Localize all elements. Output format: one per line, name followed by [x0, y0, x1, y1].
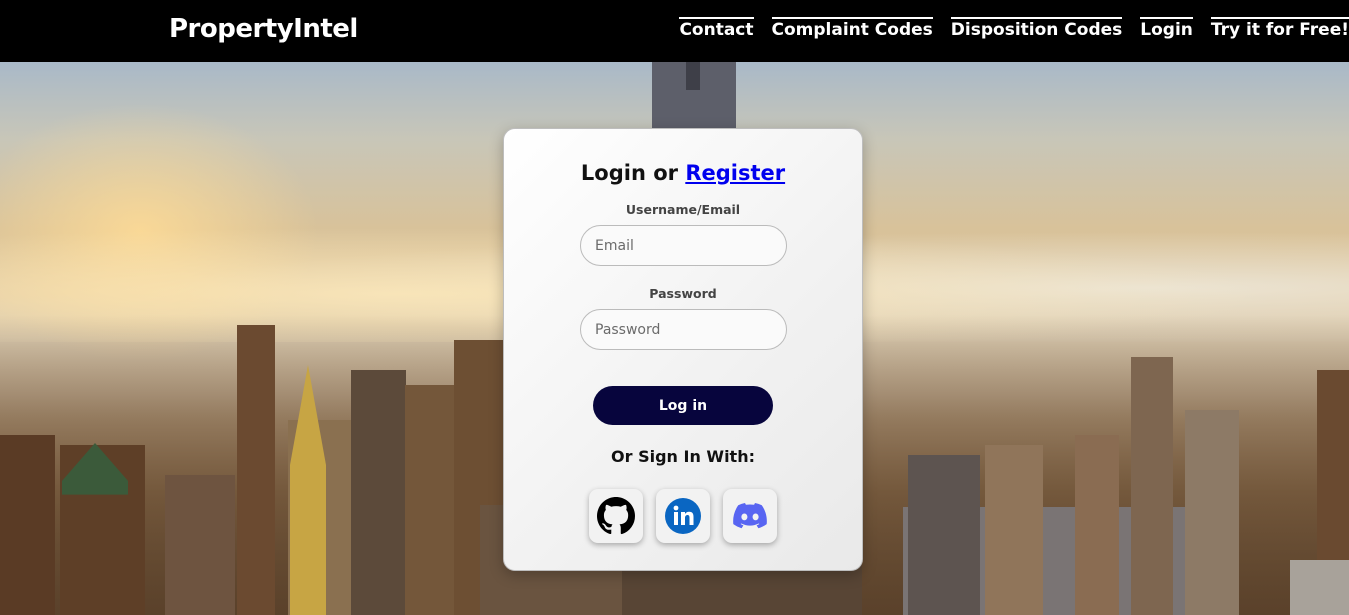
building	[237, 325, 275, 615]
discord-icon	[733, 503, 767, 529]
social-login-group	[589, 489, 777, 543]
register-link[interactable]: Register	[685, 161, 785, 185]
building	[908, 455, 980, 615]
brand-logo[interactable]: PropertyIntel	[169, 14, 358, 44]
login-button[interactable]: Log in	[593, 386, 773, 425]
password-label: Password	[649, 286, 717, 301]
nav-login[interactable]: Login	[1140, 17, 1193, 40]
top-navigation-bar: PropertyIntel Contact Complaint Codes Di…	[0, 0, 1349, 62]
login-title: Login or Register	[504, 161, 862, 185]
building	[0, 435, 55, 615]
password-field[interactable]	[580, 309, 787, 350]
building	[1075, 435, 1119, 615]
building	[985, 445, 1043, 615]
nav-try-free[interactable]: Try it for Free!	[1210, 17, 1349, 40]
login-title-text: Login or	[580, 161, 686, 185]
github-icon	[597, 497, 635, 535]
sign-in-with-label: Or Sign In With:	[611, 447, 755, 466]
building	[351, 370, 406, 615]
nav-contact[interactable]: Contact	[679, 17, 754, 40]
building	[1185, 410, 1239, 615]
discord-login-button[interactable]	[723, 489, 777, 543]
nav-complaint-codes[interactable]: Complaint Codes	[771, 17, 933, 40]
username-label: Username/Email	[625, 202, 741, 217]
main-nav: Contact Complaint Codes Disposition Code…	[679, 17, 1349, 40]
nav-disposition-codes[interactable]: Disposition Codes	[950, 17, 1123, 40]
building	[405, 385, 457, 615]
github-login-button[interactable]	[589, 489, 643, 543]
building	[1290, 560, 1349, 615]
building	[1131, 357, 1173, 615]
linkedin-icon	[665, 498, 701, 534]
email-field[interactable]	[580, 225, 787, 266]
linkedin-login-button[interactable]	[656, 489, 710, 543]
login-card: Login or Register Username/Email Passwor…	[503, 128, 863, 571]
antenna	[686, 62, 700, 90]
building	[165, 475, 235, 615]
